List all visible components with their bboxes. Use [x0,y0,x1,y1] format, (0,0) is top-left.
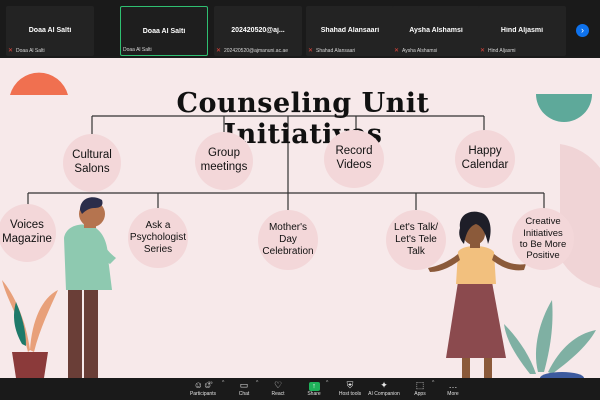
participant-name: Shahad Alansaari [320,27,380,34]
participant-name: 202420520@aj... [231,27,285,34]
participant-tile[interactable]: Hind Aljasmi ✕ Hind Aljasmi [478,6,566,56]
man-illustration [64,197,116,378]
plant-illustration [504,300,596,378]
mic-muted-icon: ✕ [480,48,486,54]
orange-half-circle-shape [10,72,68,95]
slide-title: Counseling Unit Initiatives [176,88,430,150]
toolbar-label: Apps [414,391,426,397]
participant-footer: Doaa Al Salti [123,46,152,54]
mic-muted-icon: ✕ [308,48,314,54]
participant-name: Hind Aljasmi [500,27,544,34]
toolbar-label: Host tools [338,391,362,397]
mic-muted-icon: ✕ [8,48,14,54]
more-icon: … [448,380,458,390]
participant-tile[interactable]: Doaa Al Salti ✕ Doaa Al Salti [6,6,94,56]
node-line: Talk [407,246,425,257]
chevron-up-icon[interactable]: ^ [432,380,434,386]
participant-footer: ✕ Aysha Alshamsi [394,47,437,55]
node-line: meetings [200,161,248,173]
participant-footer-name: Aysha Alshamsi [402,48,438,54]
participant-name: Aysha Alshamsi [409,27,463,34]
node-line: Day [279,234,297,245]
node-line: Happy [468,145,502,158]
participants-count: 39 [208,380,213,385]
node-creative-initiatives: Creative Initiatives to Be More Positive [512,208,574,270]
participant-footer-name: Doaa Al Salti [16,48,45,54]
next-page-button[interactable]: › [576,24,589,37]
mic-muted-icon: ✕ [394,48,400,54]
participant-tile-active[interactable]: Doaa Al Salti Doaa Al Salti [120,6,208,56]
participant-footer: ✕ Hind Aljasmi [480,47,516,55]
chevron-up-icon[interactable]: ^ [222,380,224,386]
participant-footer-name: Shahad Alansaari [316,48,356,54]
teal-half-circle-shape [536,94,592,122]
node-line: Videos [336,159,372,171]
participant-footer-name: 202420520@ajmanuni.ac.ae [224,48,289,54]
node-cultural-salons: Cultural Salons [63,134,121,192]
node-line: Calendar [461,159,509,171]
react-button[interactable]: ♡ React [261,380,295,400]
participants-icon: ☺☺ [193,380,213,390]
node-line: Series [143,244,173,255]
node-line: Psychologist [129,232,187,243]
chevron-up-icon[interactable]: ^ [326,380,328,386]
node-line: Positive [526,250,560,262]
participant-footer: ✕ Doaa Al Salti [8,47,45,55]
toolbar-label: Participants [189,391,217,397]
host-tools-button[interactable]: ⛨ Host tools [333,380,367,400]
node-line: Creative [525,216,561,228]
node-line: Salons [74,163,110,175]
participant-tile[interactable]: 202420520@aj... ✕ 202420520@ajmanuni.ac.a… [214,6,302,56]
node-line: Let's Tele [395,234,437,245]
participants-button[interactable]: ☺☺ 39 Participants [186,380,220,400]
node-line: Cultural [72,149,112,162]
node-line: Magazine [2,233,52,245]
react-icon: ♡ [273,380,283,390]
node-line: Let's Talk/ [394,222,438,233]
node-ask-a-psychologist: Ask a Psychologist Series [128,208,188,268]
node-line: to Be More [519,239,567,250]
shield-icon: ⛨ [346,380,354,390]
participant-footer-name: Hind Aljasmi [488,48,516,54]
node-happy-calendar: Happy Calendar [455,130,515,188]
node-line: Ask a [145,220,171,231]
node-line: Mother's [268,222,308,233]
node-line: Record [335,145,373,158]
node-line: Voices [10,219,44,232]
participant-tile[interactable]: Aysha Alshamsi ✕ Aysha Alshamsi [392,6,480,56]
participant-name: Doaa Al Salti [142,28,186,35]
participant-footer: ✕ Shahad Alansaari [308,47,355,55]
sparkle-icon: ✦ [380,380,388,390]
toolbar-label: Share [307,391,321,397]
toolbar-label: Chat [238,391,250,397]
participant-footer-name: Doaa Al Salti [123,47,152,53]
chevron-up-icon[interactable]: ^ [256,380,258,386]
node-mothers-day: Mother's Day Celebration [258,210,318,270]
toolbar-label: More [447,391,459,397]
plant-illustration [2,280,58,378]
participant-strip: Doaa Al Salti ✕ Doaa Al Salti Doaa Al Sal… [0,0,600,58]
ai-companion-button[interactable]: ✦ AI Companion [367,380,401,400]
participant-tile[interactable]: Shahad Alansaari ✕ Shahad Alansaari [306,6,394,56]
participant-footer: ✕ 202420520@ajmanuni.ac.ae [216,47,288,55]
mic-muted-icon: ✕ [216,48,222,54]
node-lets-talk: Let's Talk/Let's Tele Talk [386,210,446,270]
node-line: Celebration [262,246,314,257]
node-group-meetings: Group meetings [195,132,253,190]
participant-name: Doaa Al Salti [28,27,72,34]
chevron-right-icon: › [581,25,584,35]
toolbar-label: React [271,391,285,397]
zoom-meeting-window: Doaa Al Salti ✕ Doaa Al Salti Doaa Al Sal… [0,0,600,400]
node-line: Initiatives [523,227,563,239]
meeting-toolbar: ☺☺ 39 Participants ^ ▭ Chat ^ ♡ React ↑ … [0,378,600,400]
toolbar-label: AI Companion [368,391,400,397]
node-voices-magazine: Voices Magazine [0,204,56,262]
shared-slide: Counseling Unit Initiatives Cultural Salo… [0,58,600,378]
more-button[interactable]: … More [436,380,470,400]
node-line: Group [208,147,240,160]
node-record-videos: Record Videos [324,130,384,188]
